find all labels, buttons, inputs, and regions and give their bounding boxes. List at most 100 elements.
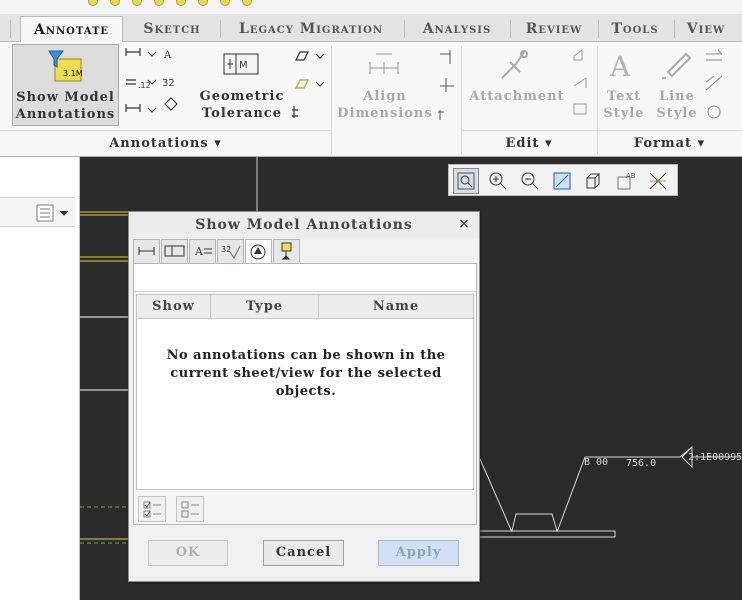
dialog-title: Show Model Annotations [129,212,479,238]
tab-separator [598,20,599,38]
svg-text:3.1M: 3.1M [63,69,83,78]
select-all-button[interactable] [138,496,166,522]
quick-access-icon[interactable] [154,0,164,6]
annotation-display-button[interactable] [645,168,671,194]
quick-access-icon[interactable] [242,0,252,6]
geometric-tolerance-label-2[interactable]: Tolerance [192,105,292,122]
tab-surface-finish[interactable]: 32 [217,239,244,263]
align-dimensions-label-2[interactable]: Dimensions [334,105,436,122]
dimension-icon [138,247,155,255]
align-dimensions-label-1[interactable]: Align [334,88,436,105]
edit-group-label: Edit [505,136,540,151]
tab-view[interactable]: View [678,16,734,42]
named-views-button[interactable]: AB [613,168,639,194]
tab-symbols[interactable] [245,239,272,264]
tab-sketch[interactable]: Sketch [132,16,212,42]
column-header-show[interactable]: Show [137,295,211,319]
quick-access-icon[interactable] [220,0,230,6]
repaint-icon [553,172,571,190]
ribbon-panel: 3.1M Show Model Annotations A 32 .12 M G… [0,42,742,157]
quick-access-icon[interactable] [132,0,142,6]
display-style-icon [586,173,601,189]
quick-access-icon[interactable] [176,0,186,6]
surface-finish-icon: 32 [221,245,241,259]
show-model-annotations-button[interactable]: 3.1M Show Model Annotations [12,44,119,126]
line-style-icon [662,52,692,79]
column-header-name[interactable]: Name [319,295,473,319]
svg-text:A: A [163,50,172,61]
format-group-label: Format [633,136,693,151]
symbol-icon [250,244,266,260]
display-style-button[interactable] [581,168,607,194]
geometric-tolerance-icon: M [223,53,259,75]
deselect-all-icon [181,501,199,518]
tab-separator [404,20,405,38]
filter-bar[interactable] [134,264,476,292]
svg-text:A: A [609,50,631,82]
svg-text:32: 32 [221,245,231,254]
callout-left-text: B 00 [584,457,608,468]
repaint-button[interactable] [549,168,575,194]
zoom-in-icon [489,172,507,190]
align-dimensions-icon [369,53,399,74]
tab-separator [220,20,221,38]
quick-access-icon[interactable] [198,0,208,6]
refit-button[interactable] [453,168,479,194]
quick-access-toolbar [0,0,742,14]
svg-text:32: 32 [162,78,175,89]
svg-text:A: A [194,245,204,258]
deselect-all-button[interactable] [176,496,204,522]
attachment-label[interactable]: Attachment [464,88,570,105]
quick-access-icon[interactable] [88,0,98,6]
geometric-tolerance-label-1[interactable]: Geometric [192,88,292,105]
format-small-tools [292,51,325,118]
model-tree-panel [0,157,80,600]
tab-tools[interactable]: Tools [602,16,668,42]
zoom-in-button[interactable] [485,168,511,194]
dialog-annotation-type-tabs: A 32 [133,239,477,264]
edit-dropdown-icon: ▾ [544,136,553,151]
svg-text:M: M [239,60,248,71]
attachment-icon [501,50,528,79]
svg-text:AB: AB [626,172,636,180]
ribbon-tab-bar: Annotate Sketch Legacy Migration Analysi… [0,14,742,43]
cancel-button[interactable]: Cancel [263,540,344,566]
tab-notes[interactable]: A [189,239,216,263]
text-style-label-2[interactable]: Style [600,105,648,122]
empty-state-message: No annotations can be shown in the curre… [166,348,446,399]
callout-id-text: 2:1E00995 [688,452,742,463]
tab-separator [10,20,11,38]
edit-group-footer[interactable]: Edit ▾ [461,130,597,156]
tab-datums[interactable] [273,239,300,263]
dimension-dropdown-icon [147,51,157,57]
annotation-small-tools: A 32 .12 [125,48,178,113]
align-small-tools [438,50,454,120]
gtol-icon [164,245,185,257]
format-group-footer[interactable]: Format ▾ [597,130,742,156]
column-header-type[interactable]: Type [211,295,319,319]
close-icon[interactable]: × [457,217,471,231]
tab-legacy-migration[interactable]: Legacy Migration [224,16,398,42]
tab-dimensions[interactable] [133,239,160,263]
zoom-out-button[interactable] [517,168,543,194]
tab-separator [674,20,675,38]
tab-annotate[interactable]: Annotate [20,16,123,43]
dialog-panel: Show Type Name No annotations can be sho… [133,263,477,525]
zoom-out-icon [521,172,539,190]
tree-settings-icon[interactable] [36,204,70,222]
text-style-icon: A [609,50,631,82]
quick-access-icon[interactable] [110,0,120,6]
tab-review[interactable]: Review [514,16,594,42]
ok-button[interactable]: OK [148,540,228,566]
tab-analysis[interactable]: Analysis [410,16,504,42]
apply-button[interactable]: Apply [378,540,459,566]
group-separator [331,46,332,154]
text-style-label-1[interactable]: Text [600,88,648,105]
tab-geometric-tolerances[interactable] [161,239,188,263]
format-side-tools [705,49,723,119]
line-style-label-2[interactable]: Style [652,105,702,122]
annotations-table: Show Type Name No annotations can be sho… [136,294,474,490]
line-style-label-1[interactable]: Line [652,88,702,105]
named-views-icon: AB [617,172,636,190]
annotations-group-footer[interactable]: Annotations ▾ [0,130,331,156]
